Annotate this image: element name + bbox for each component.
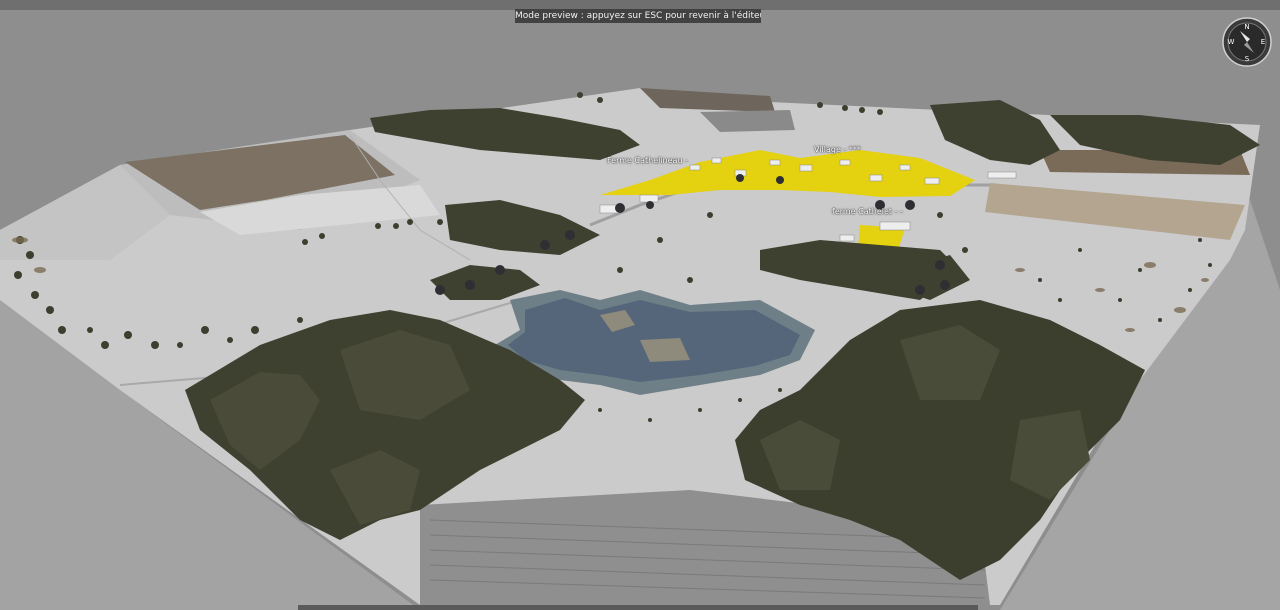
map-label-ferme-cathelineau: Ferme Cathelineau - (607, 156, 688, 165)
svg-text:E: E (1261, 38, 1265, 46)
map-label-ferme-cathelet: ferme Cathelet - - (832, 207, 903, 216)
compass-icon: N S E W (1222, 17, 1272, 67)
preview-mode-banner: Mode preview : appuyez sur ESC pour reve… (515, 9, 761, 23)
3d-viewport[interactable] (0, 0, 1280, 610)
map-label-village: Village - *** (814, 145, 861, 154)
svg-text:W: W (1228, 38, 1235, 46)
compass-widget[interactable]: N S E W (1222, 17, 1272, 67)
bottom-edge-strip (298, 605, 978, 610)
svg-text:N: N (1244, 23, 1249, 31)
terrain-scene (0, 0, 1280, 610)
svg-text:S: S (1245, 55, 1250, 63)
